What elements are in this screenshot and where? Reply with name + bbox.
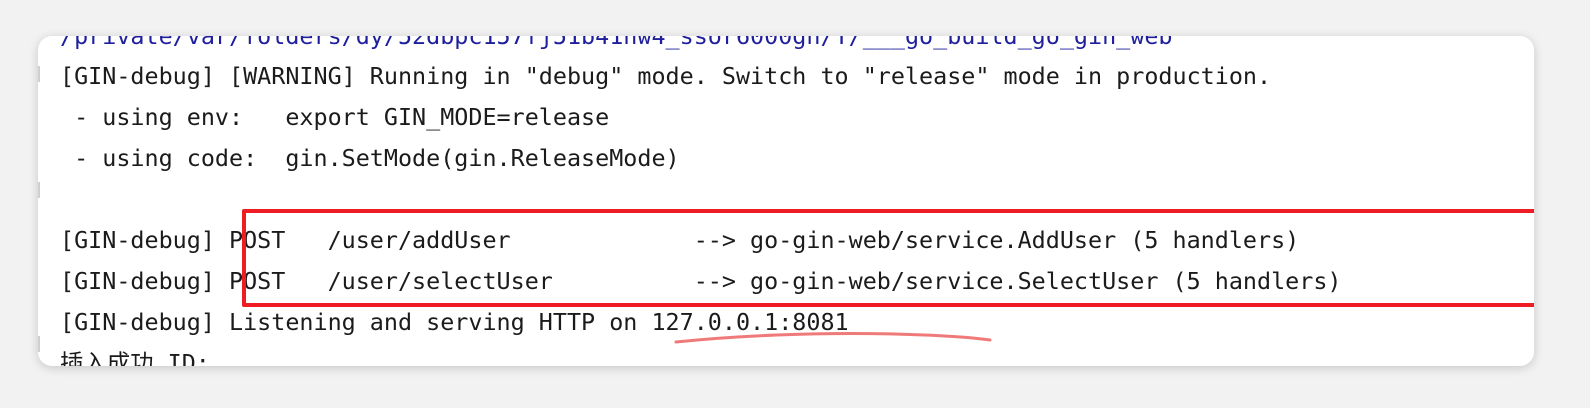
console-line-warning: [GIN-debug] [WARNING] Running in "debug"… xyxy=(60,62,1272,90)
console-line-env: - using env: export GIN_MODE=release xyxy=(60,103,610,131)
gutter-marker xyxy=(38,66,40,82)
console-line-code: - using code: gin.SetMode(gin.ReleaseMod… xyxy=(60,144,680,172)
console-line-insert-success: 插入成功,ID: xyxy=(60,349,210,366)
routes-highlight-box xyxy=(242,209,1534,307)
console-output[interactable]: /private/var/folders/dy/52dbpc157fj51b41… xyxy=(60,36,1534,366)
console-window: /private/var/folders/dy/52dbpc157fj51b41… xyxy=(38,36,1534,366)
console-line-binary-path: /private/var/folders/dy/52dbpc157fj51b41… xyxy=(60,36,1173,50)
address-underline-annotation xyxy=(674,331,992,344)
gutter-marker xyxy=(38,182,40,198)
gutter-marker xyxy=(38,336,40,352)
